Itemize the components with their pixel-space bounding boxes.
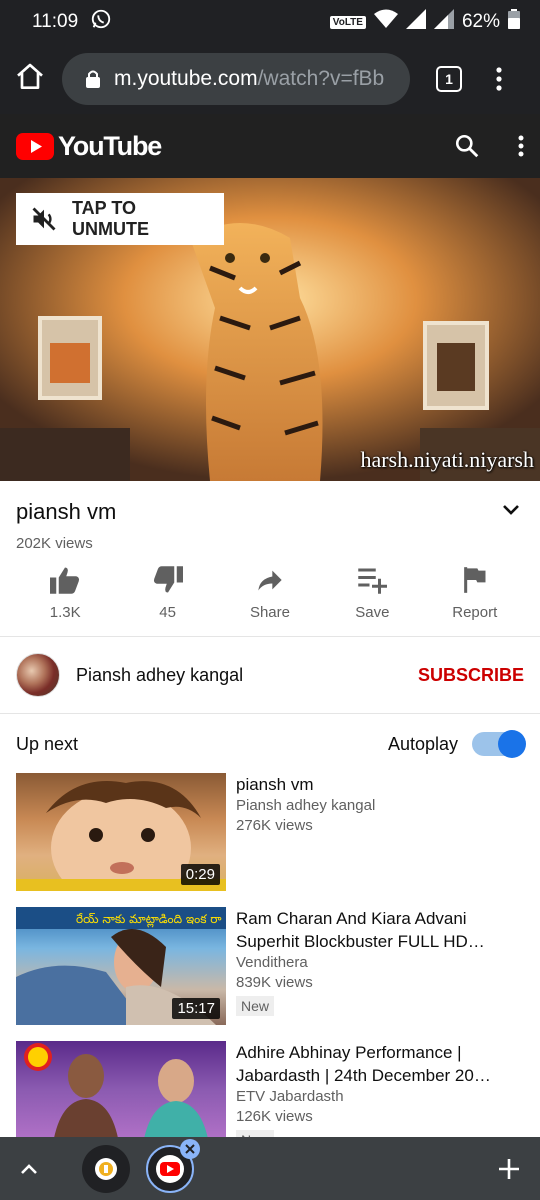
url-path: /watch?v=fBb	[257, 67, 385, 90]
report-button[interactable]: Report	[435, 560, 515, 636]
list-item[interactable]: 0:29 piansh vm Piansh adhey kangal 276K …	[0, 773, 540, 893]
status-bar: 11:09 VoLTE 62%	[0, 0, 540, 44]
status-time: 11:09	[32, 11, 79, 32]
video-views: 202K views	[16, 535, 93, 552]
save-label: Save	[355, 604, 390, 621]
battery-level: 62%	[461, 11, 500, 32]
volte-badge: VoLTE	[329, 15, 366, 29]
mute-icon	[30, 205, 58, 233]
unmute-label: TAP TO UNMUTE	[72, 198, 149, 239]
flag-icon	[462, 566, 488, 594]
thumbs-down-icon	[153, 566, 183, 594]
wifi-icon	[373, 9, 398, 35]
youtube-menu-icon[interactable]	[518, 135, 524, 157]
video-title[interactable]: piansh vm	[16, 499, 524, 525]
video-title: Ram Charan And Kiara Advani Superhit Blo…	[236, 909, 485, 951]
like-button[interactable]: 1.3K	[25, 560, 105, 636]
channel-row: Piansh adhey kangal SUBSCRIBE	[0, 637, 540, 713]
playlist-add-icon	[357, 566, 388, 594]
video-thumbnail[interactable]: 0:29	[16, 773, 226, 891]
browser-toolbar: m.youtube.com/watch?v=fBb 1	[0, 44, 540, 114]
autoplay-label: Autoplay	[387, 733, 458, 754]
video-channel: ETV Jabardasth	[236, 1088, 344, 1105]
close-tab-icon[interactable]	[180, 1138, 200, 1159]
video-player[interactable]: TAP TO UNMUTE harsh.niyati.niyarsh	[0, 178, 540, 481]
share-icon	[256, 566, 284, 594]
share-button[interactable]: Share	[230, 560, 310, 636]
video-title: Adhire Abhinay Performance | Jabardasth …	[236, 1043, 491, 1085]
home-icon[interactable]	[14, 61, 46, 98]
video-views: 126K views	[236, 1108, 313, 1125]
save-button[interactable]: Save	[332, 560, 412, 636]
video-duration: 0:29	[180, 864, 220, 885]
like-count: 1.3K	[49, 604, 81, 621]
url-host: m.youtube.com	[114, 67, 258, 90]
toggle-knob	[498, 730, 526, 758]
share-label: Share	[249, 604, 290, 621]
report-label: Report	[452, 604, 498, 621]
thumbs-up-icon	[50, 566, 80, 594]
upnext-label: Up next	[16, 733, 79, 754]
autoplay-control: Autoplay	[387, 730, 526, 758]
tab-switcher-button[interactable]: 1	[436, 66, 462, 92]
chevron-down-icon[interactable]	[502, 503, 520, 521]
youtube-wordmark: YouTube	[58, 130, 162, 161]
video-actions: 1.3K 45 Share Save Report	[0, 560, 540, 636]
battery-icon	[508, 9, 520, 35]
video-info: piansh vm 202K views	[0, 481, 540, 552]
new-tab-icon[interactable]	[498, 1158, 520, 1180]
whatsapp-icon	[90, 8, 112, 36]
tab-thumbnail[interactable]	[82, 1144, 130, 1193]
list-item[interactable]: రేయ్ నాకు మాట్లాడింది ఇంక రా 15:17 Ram C…	[0, 907, 540, 1027]
signal-icon-2	[433, 9, 454, 35]
lock-icon	[86, 70, 100, 88]
video-title: piansh vm	[236, 775, 314, 794]
divider	[0, 713, 540, 714]
youtube-logo[interactable]: YouTube	[16, 130, 162, 162]
dislike-button[interactable]: 45	[128, 560, 208, 636]
chevron-up-icon[interactable]	[20, 1163, 38, 1175]
youtube-play-icon	[16, 132, 54, 160]
autoplay-toggle[interactable]	[472, 730, 526, 758]
dislike-count: 45	[159, 604, 176, 621]
new-badge: New	[236, 996, 275, 1016]
tab-favicon-icon	[95, 1157, 117, 1180]
tap-to-unmute-button[interactable]: TAP TO UNMUTE	[16, 193, 224, 245]
signal-icon	[405, 9, 426, 35]
video-thumbnail[interactable]: రేయ్ నాకు మాట్లాడింది ఇంక రా 15:17	[16, 907, 226, 1025]
youtube-favicon-icon	[156, 1154, 184, 1183]
video-duration: 15:17	[172, 998, 220, 1019]
video-views: 839K views	[236, 974, 313, 991]
video-views: 276K views	[236, 817, 313, 834]
video-channel: Piansh adhey kangal	[236, 797, 376, 814]
search-icon[interactable]	[454, 133, 480, 159]
browser-menu-icon[interactable]	[496, 67, 502, 91]
video-channel: Vendithera	[236, 954, 308, 971]
upnext-header: Up next Autoplay	[0, 716, 540, 772]
url-bar[interactable]: m.youtube.com/watch?v=fBb	[62, 53, 410, 105]
youtube-header: YouTube	[0, 114, 540, 178]
bottom-tab-strip	[0, 1137, 540, 1200]
video-watermark: harsh.niyati.niyarsh	[360, 447, 534, 472]
subscribe-button[interactable]: SUBSCRIBE	[418, 665, 524, 686]
svg-text:రేయ్ నాకు మాట్లాడింది ఇంక రా: రేయ్ నాకు మాట్లాడింది ఇంక రా	[76, 912, 222, 928]
tab-thumbnail-active[interactable]	[146, 1138, 200, 1193]
channel-name[interactable]: Piansh adhey kangal	[76, 665, 243, 686]
channel-avatar[interactable]	[16, 653, 60, 697]
